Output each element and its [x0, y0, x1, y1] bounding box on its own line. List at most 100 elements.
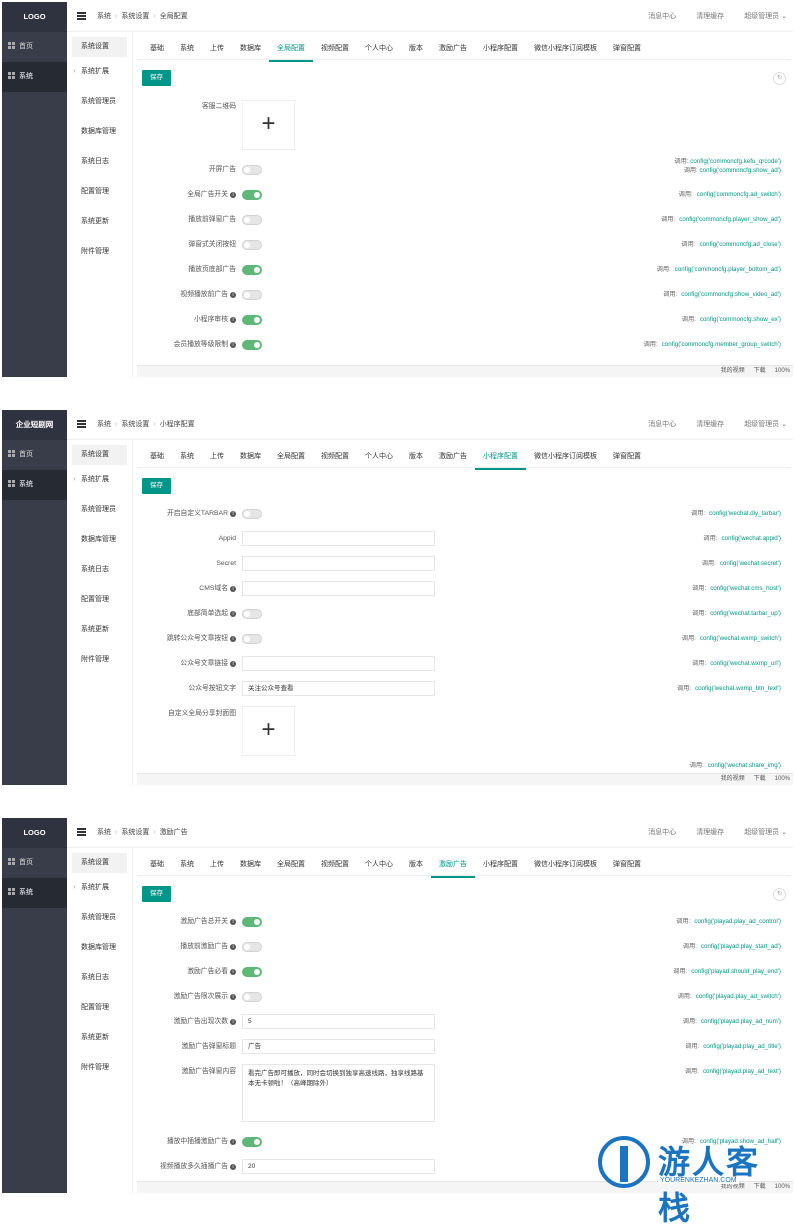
tab[interactable]: 激励广告: [431, 446, 475, 468]
save-button[interactable]: 保存: [142, 886, 171, 902]
toggle-switch[interactable]: [242, 634, 262, 644]
toggle-switch[interactable]: [242, 992, 262, 1002]
toggle-switch[interactable]: [242, 609, 262, 619]
info-icon[interactable]: i: [230, 994, 236, 1000]
info-icon[interactable]: i: [230, 586, 236, 592]
user-menu[interactable]: 超级管理员: [744, 13, 779, 20]
info-icon[interactable]: i: [230, 511, 236, 517]
tab[interactable]: 个人中心: [357, 446, 401, 468]
tab[interactable]: 系统: [172, 446, 202, 468]
submenu-item[interactable]: 系统更新: [67, 207, 132, 237]
submenu-item[interactable]: 数据库管理: [67, 933, 132, 963]
tab[interactable]: 系统: [172, 854, 202, 876]
submenu-item[interactable]: 系统日志: [67, 963, 132, 993]
toggle-switch[interactable]: [242, 165, 262, 175]
tab[interactable]: 版本: [401, 446, 431, 468]
toggle-switch[interactable]: [242, 190, 262, 200]
info-icon[interactable]: i: [230, 192, 236, 198]
toggle-switch[interactable]: [242, 215, 262, 225]
submenu-item[interactable]: 系统设置: [72, 853, 127, 873]
tab[interactable]: 系统: [172, 38, 202, 60]
text-input[interactable]: 20: [242, 1159, 435, 1174]
tab[interactable]: 激励广告: [431, 38, 475, 60]
my-video-button[interactable]: 我的视频: [721, 368, 745, 374]
tab[interactable]: 激励广告: [431, 854, 475, 878]
tab[interactable]: 个人中心: [357, 854, 401, 876]
toggle-switch[interactable]: [242, 509, 262, 519]
tab[interactable]: 数据库: [232, 854, 269, 876]
tab[interactable]: 数据库: [232, 38, 269, 60]
menu-icon[interactable]: [77, 420, 86, 428]
tab[interactable]: 上传: [202, 854, 232, 876]
toggle-switch[interactable]: [242, 917, 262, 927]
textarea-input[interactable]: 看完广告即可播放，同时会切换到独享高速线路，独享线路基本无卡顿啦！（高峰期除外）: [242, 1064, 435, 1122]
tab[interactable]: 基础: [142, 854, 172, 876]
submenu-item[interactable]: 系统设置: [72, 445, 127, 465]
download-button[interactable]: 下载: [754, 368, 766, 374]
clear-cache-link[interactable]: 清理缓存: [696, 13, 724, 20]
submenu-item[interactable]: 系统管理员: [67, 903, 132, 933]
upload-plus-icon[interactable]: +: [242, 706, 295, 756]
info-icon[interactable]: i: [230, 919, 236, 925]
submenu-item[interactable]: 附件管理: [67, 645, 132, 675]
tab[interactable]: 小程序配置: [475, 38, 526, 60]
sidebar-item-home[interactable]: 首页: [2, 440, 67, 470]
text-input[interactable]: 关注公众号查看: [242, 681, 435, 696]
tab[interactable]: 个人中心: [357, 38, 401, 60]
info-icon[interactable]: i: [230, 292, 236, 298]
submenu-item[interactable]: 数据库管理: [67, 525, 132, 555]
tab[interactable]: 微信小程序订阅模板: [526, 854, 605, 876]
toggle-switch[interactable]: [242, 290, 262, 300]
info-icon[interactable]: i: [230, 317, 236, 323]
toggle-switch[interactable]: [242, 942, 262, 952]
tab[interactable]: 视频配置: [313, 38, 357, 60]
tab[interactable]: 微信小程序订阅模板: [526, 38, 605, 60]
tab[interactable]: 基础: [142, 446, 172, 468]
message-center-link[interactable]: 消息中心: [648, 421, 676, 428]
tab[interactable]: 全局配置: [269, 446, 313, 468]
submenu-item[interactable]: 系统更新: [67, 615, 132, 645]
toggle-switch[interactable]: [242, 340, 262, 350]
info-icon[interactable]: i: [230, 1019, 236, 1025]
toggle-switch[interactable]: [242, 265, 262, 275]
tab[interactable]: 数据库: [232, 446, 269, 468]
tab[interactable]: 弹窗配置: [605, 38, 649, 60]
tab[interactable]: 小程序配置: [475, 446, 526, 470]
submenu-item[interactable]: 系统更新: [67, 1023, 132, 1053]
submenu-item[interactable]: 附件管理: [67, 1053, 132, 1083]
toggle-switch[interactable]: [242, 240, 262, 250]
menu-icon[interactable]: [77, 12, 86, 20]
info-icon[interactable]: i: [230, 1139, 236, 1145]
text-input[interactable]: 5: [242, 1014, 435, 1029]
info-icon[interactable]: i: [230, 611, 236, 617]
tab[interactable]: 基础: [142, 38, 172, 60]
text-input[interactable]: [242, 531, 435, 546]
tab[interactable]: 小程序配置: [475, 854, 526, 876]
refresh-icon[interactable]: ↻: [773, 888, 786, 901]
submenu-item[interactable]: 配置管理: [67, 993, 132, 1023]
submenu-item[interactable]: 配置管理: [67, 585, 132, 615]
submenu-item[interactable]: 数据库管理: [67, 117, 132, 147]
text-input[interactable]: [242, 581, 435, 596]
tab[interactable]: 上传: [202, 446, 232, 468]
toggle-switch[interactable]: [242, 967, 262, 977]
sidebar-item-home[interactable]: 首页: [2, 848, 67, 878]
tab[interactable]: 微信小程序订阅模板: [526, 446, 605, 468]
text-input[interactable]: [242, 556, 435, 571]
tab[interactable]: 视频配置: [313, 854, 357, 876]
menu-icon[interactable]: [77, 828, 86, 836]
tab[interactable]: 视频配置: [313, 446, 357, 468]
info-icon[interactable]: i: [230, 944, 236, 950]
message-center-link[interactable]: 消息中心: [648, 13, 676, 20]
submenu-item[interactable]: 系统日志: [67, 147, 132, 177]
submenu-item[interactable]: 系统设置: [72, 37, 127, 57]
text-input[interactable]: [242, 656, 435, 671]
user-menu[interactable]: 超级管理员: [744, 421, 779, 428]
submenu-item[interactable]: 配置管理: [67, 177, 132, 207]
toggle-switch[interactable]: [242, 315, 262, 325]
save-button[interactable]: 保存: [142, 70, 171, 86]
submenu-item[interactable]: 系统扩展: [67, 465, 132, 495]
toggle-switch[interactable]: [242, 1137, 262, 1147]
submenu-item[interactable]: 系统扩展: [67, 873, 132, 903]
save-button[interactable]: 保存: [142, 478, 171, 494]
